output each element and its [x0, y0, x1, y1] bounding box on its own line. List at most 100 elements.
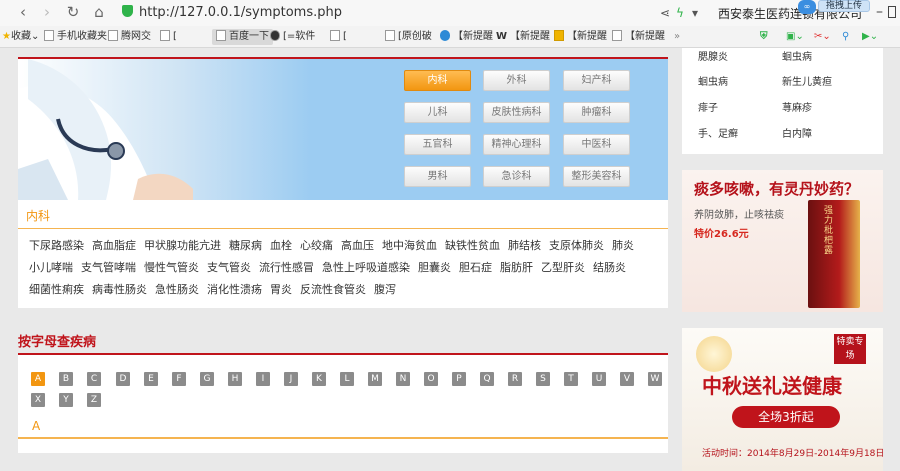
disease-link[interactable]: 脂肪肝	[500, 261, 533, 274]
window-icon[interactable]	[888, 6, 896, 18]
side-disease-link[interactable]: 新生儿黄疸	[782, 73, 832, 88]
side-disease-link[interactable]: 荨麻疹	[782, 99, 812, 114]
disease-link[interactable]: 高血脂症	[92, 239, 136, 252]
mid-autumn-ad[interactable]: 特卖专场 中秋送礼送健康 全场3折起 活动时间：2014年8月29日-2014年…	[682, 328, 883, 471]
disease-link[interactable]: 胆石症	[459, 261, 492, 274]
home-icon[interactable]: ⌂	[90, 3, 108, 21]
share-icon[interactable]: ⋖	[660, 4, 670, 22]
letter-button-w[interactable]: W	[648, 372, 662, 386]
side-disease-link[interactable]: 蛔虫病	[698, 73, 728, 88]
disease-link[interactable]: 缺铁性贫血	[445, 239, 500, 252]
game-ext-icon[interactable]: ▶⌄	[862, 29, 878, 45]
bookmark-item[interactable]: W 【新提醒	[496, 29, 550, 45]
bookmark-item[interactable]: 【新提醒	[440, 29, 493, 45]
letter-button-l[interactable]: L	[340, 372, 354, 386]
dept-button-pediatrics[interactable]: 儿科	[404, 102, 471, 123]
disease-link[interactable]: 慢性气管炎	[144, 261, 199, 274]
letter-button-x[interactable]: X	[31, 393, 45, 407]
dept-button-oncology[interactable]: 肿瘤科	[563, 102, 630, 123]
disease-link[interactable]: 流行性感冒	[259, 261, 314, 274]
disease-link[interactable]: 糖尿病	[229, 239, 262, 252]
letter-button-t[interactable]: T	[564, 372, 578, 386]
bookmark-item[interactable]: 【新提醒	[612, 29, 665, 45]
disease-link[interactable]: 病毒性肠炎	[92, 283, 147, 296]
letter-button-p[interactable]: P	[452, 372, 466, 386]
bookmark-item[interactable]: [	[330, 29, 347, 45]
letter-button-o[interactable]: O	[424, 372, 438, 386]
tools-ext-icon[interactable]: ✂⌄	[814, 29, 831, 45]
disease-link[interactable]: 胃炎	[270, 283, 292, 296]
more-bookmarks-icon[interactable]: »	[674, 29, 680, 45]
dept-button-andrology[interactable]: 男科	[404, 166, 471, 187]
address-bar[interactable]: http://127.0.0.1/symptoms.php	[122, 3, 642, 23]
bookmark-item[interactable]: [原创破	[385, 29, 432, 45]
letter-button-s[interactable]: S	[536, 372, 550, 386]
minimize-icon[interactable]: –	[876, 4, 883, 20]
letter-button-j[interactable]: J	[284, 372, 298, 386]
dropdown-icon[interactable]: ▾	[692, 4, 698, 22]
reload-icon[interactable]: ↻	[64, 3, 82, 21]
letter-button-f[interactable]: F	[172, 372, 186, 386]
search-ext-icon[interactable]: ⚲	[842, 29, 849, 45]
disease-link[interactable]: 腹泻	[374, 283, 396, 296]
disease-link[interactable]: 细菌性痢疾	[29, 283, 84, 296]
letter-button-e[interactable]: E	[144, 372, 158, 386]
letter-button-q[interactable]: Q	[480, 372, 494, 386]
letter-button-b[interactable]: B	[59, 372, 73, 386]
side-disease-link[interactable]: 白内障	[782, 125, 812, 140]
disease-link[interactable]: 胆囊炎	[418, 261, 451, 274]
disease-link[interactable]: 急性上呼吸道感染	[322, 261, 410, 274]
letter-button-k[interactable]: K	[312, 372, 326, 386]
letter-button-a[interactable]: A	[31, 372, 45, 386]
forward-icon[interactable]: ›	[38, 3, 56, 21]
dept-button-internal[interactable]: 内科	[404, 70, 471, 91]
shield-ext-icon[interactable]: ⛨	[760, 29, 768, 45]
disease-link[interactable]: 乙型肝炎	[541, 261, 585, 274]
letter-button-c[interactable]: C	[87, 372, 101, 386]
disease-link[interactable]: 消化性溃疡	[207, 283, 262, 296]
letter-button-h[interactable]: H	[228, 372, 242, 386]
dept-button-surgery[interactable]: 外科	[483, 70, 550, 91]
disease-link[interactable]: 肺炎	[612, 239, 634, 252]
disease-link[interactable]: 支气管哮喘	[81, 261, 136, 274]
disease-link[interactable]: 高血压	[341, 239, 374, 252]
disease-link[interactable]: 甲状腺功能亢进	[144, 239, 221, 252]
bookmark-item[interactable]: [	[160, 29, 177, 45]
letter-button-d[interactable]: D	[116, 372, 130, 386]
bookmark-item[interactable]: 腾网交	[108, 29, 151, 45]
bookmark-item[interactable]: 【新提醒	[554, 29, 607, 45]
disease-link[interactable]: 心绞痛	[300, 239, 333, 252]
disease-link[interactable]: 反流性食管炎	[300, 283, 366, 296]
letter-button-m[interactable]: M	[368, 372, 382, 386]
letter-button-g[interactable]: G	[200, 372, 214, 386]
letter-button-z[interactable]: Z	[87, 393, 101, 407]
letter-button-r[interactable]: R	[508, 372, 522, 386]
letter-button-n[interactable]: N	[396, 372, 410, 386]
bookmark-item[interactable]: 百度一下	[212, 29, 273, 45]
side-disease-link[interactable]: 手、足癣	[698, 125, 738, 140]
dept-button-cosmetic[interactable]: 整形美容科	[563, 166, 630, 187]
disease-link[interactable]: 结肠炎	[593, 261, 626, 274]
disease-link[interactable]: 小儿哮喘	[29, 261, 73, 274]
back-icon[interactable]: ‹	[14, 3, 32, 21]
side-disease-link[interactable]: 蛔虫病	[782, 48, 812, 63]
disease-link[interactable]: 血栓	[270, 239, 292, 252]
side-disease-link[interactable]: 痱子	[698, 99, 718, 114]
disease-link[interactable]: 支气管炎	[207, 261, 251, 274]
letter-button-u[interactable]: U	[592, 372, 606, 386]
side-disease-link[interactable]: 腮腺炎	[698, 48, 728, 63]
letter-button-v[interactable]: V	[620, 372, 634, 386]
disease-link[interactable]: 肺结核	[508, 239, 541, 252]
disease-link[interactable]: 下尿路感染	[29, 239, 84, 252]
bookmark-item[interactable]: ★收藏⌄	[2, 29, 39, 45]
disease-link[interactable]: 支原体肺炎	[549, 239, 604, 252]
bookmark-item[interactable]: 手机收藏夹	[44, 29, 107, 45]
letter-button-i[interactable]: I	[256, 372, 270, 386]
letter-button-y[interactable]: Y	[59, 393, 73, 407]
cloud-icon[interactable]: ∞	[798, 0, 816, 14]
translate-ext-icon[interactable]: ▣⌄	[786, 29, 804, 45]
dept-button-ent[interactable]: 五官科	[404, 134, 471, 155]
disease-link[interactable]: 地中海贫血	[382, 239, 437, 252]
disease-link[interactable]: 急性肠炎	[155, 283, 199, 296]
drag-upload-button[interactable]: 拖拽上传	[818, 0, 870, 12]
